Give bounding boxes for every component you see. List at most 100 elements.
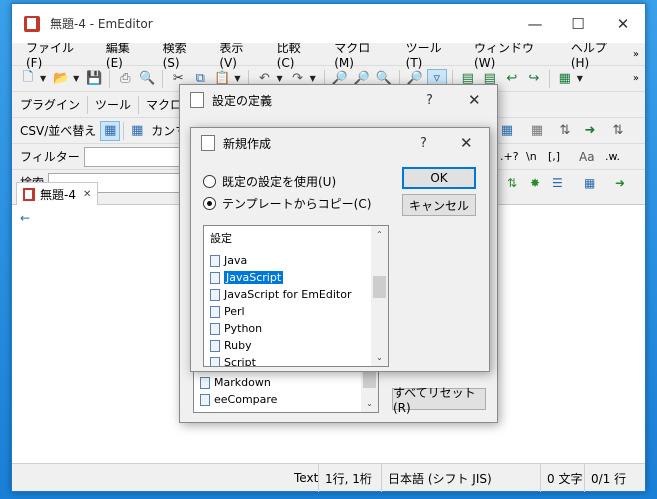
list-item[interactable]: eeCompare <box>194 391 378 408</box>
status-encoding[interactable]: 日本語 (シフト JIS) <box>381 464 498 492</box>
scroll-thumb[interactable] <box>373 276 386 298</box>
new-config-dialog: 新規作成 ? ✕ 既定の設定を使用(U) テンプレートからコピー(C) OK キ… <box>190 127 490 372</box>
config-file-icon <box>210 271 220 284</box>
use-default-label: 既定の設定を使用(U) <box>222 175 337 189</box>
ok-button[interactable]: OK <box>402 167 476 189</box>
return-mark-icon: ← <box>20 211 31 225</box>
template-list[interactable]: 設定 Java JavaScript JavaScript for EmEdit… <box>203 225 389 367</box>
new-dialog-title: 新規作成 <box>223 136 272 151</box>
next-diff-icon[interactable]: ↩ <box>502 69 522 89</box>
status-position[interactable]: 1行, 1桁 <box>318 464 378 492</box>
list-item[interactable]: Perl <box>204 303 388 320</box>
snippets-dropdown-icon[interactable]: ▼ <box>577 74 583 83</box>
config-file-icon <box>210 254 220 267</box>
help-icon[interactable]: ? <box>426 93 433 108</box>
separator <box>548 69 550 88</box>
separator <box>138 95 140 114</box>
radio-circle[interactable] <box>203 175 216 188</box>
config-file-icon <box>210 288 220 301</box>
copy-template-radio[interactable]: テンプレートからコピー(C) <box>203 195 371 212</box>
close-button[interactable]: ✕ <box>600 4 646 43</box>
menu-view[interactable]: 表示(V) <box>211 39 268 70</box>
paste-dropdown-icon[interactable]: ▼ <box>234 74 240 83</box>
regex-icon[interactable]: .+? <box>500 150 519 163</box>
separator <box>87 95 89 114</box>
menu-compare[interactable]: 比較(C) <box>269 39 327 70</box>
template-list-scrollbar[interactable]: ⌃ ⌄ <box>371 226 388 366</box>
document-icon <box>23 187 35 201</box>
list-item[interactable]: Python <box>204 320 388 337</box>
status-char-count: 0 文字 <box>540 464 588 492</box>
whole-word-icon[interactable]: .w. <box>605 150 620 163</box>
match-case-icon[interactable]: Aa <box>579 150 595 164</box>
menu-tools[interactable]: ツール(T) <box>398 39 466 70</box>
column-options-icon[interactable]: ▦ <box>527 121 547 141</box>
emeditor-icon <box>24 15 40 32</box>
list-item[interactable]: Ruby <box>204 337 388 354</box>
config-file-icon <box>200 393 210 406</box>
open-dropdown-icon[interactable]: ▼ <box>73 74 79 83</box>
tab-untitled-4[interactable]: 無題-4 ✕ <box>16 182 98 205</box>
maximize-button[interactable]: ☐ <box>555 4 601 43</box>
scroll-up-icon[interactable]: ⌃ <box>371 226 388 243</box>
config-dialog-title: 設定の定義 <box>212 93 273 108</box>
reset-all-button[interactable]: すべてリセット(R) <box>392 386 486 415</box>
list-item[interactable]: Markdown <box>194 374 378 391</box>
sort-ascending-icon[interactable]: ⇅ <box>555 121 575 141</box>
radio-circle-selected[interactable] <box>203 197 216 210</box>
config-file-icon <box>210 305 220 318</box>
csv-toolbar-label[interactable]: CSV/並べ替え <box>16 122 100 139</box>
menu-search[interactable]: 検索(S) <box>155 39 212 70</box>
list-item[interactable]: JavaScript for EmEditor <box>204 286 388 303</box>
status-bar: Text 1行, 1桁 日本語 (シフト JIS) 0 文字 0/1 行 <box>12 463 645 492</box>
config-file-icon <box>210 356 220 366</box>
escape-icon[interactable]: \n <box>526 150 537 163</box>
menu-window[interactable]: ウィンドウ(W) <box>466 39 563 70</box>
close-icon[interactable]: ✕ <box>468 91 481 109</box>
use-default-radio[interactable]: 既定の設定を使用(U) <box>203 173 336 190</box>
toolbar-overflow-icon[interactable]: » <box>633 73 639 84</box>
convert-icon[interactable]: ➜ <box>580 121 600 141</box>
tools-toolbar-label[interactable]: ツール <box>91 96 135 113</box>
copy-template-label: テンプレートからコピー(C) <box>222 197 372 211</box>
tab-label: 無題-4 <box>40 187 76 202</box>
list-item[interactable]: Script <box>204 354 388 366</box>
csv-grid-icon[interactable]: ▦ <box>100 120 121 141</box>
sort-descending-icon[interactable]: ⇅ <box>608 121 628 141</box>
menu-file[interactable]: ファイル(F) <box>18 39 98 70</box>
config-file-icon <box>200 376 210 389</box>
open-folder-icon[interactable]: 📂 <box>51 69 71 89</box>
scroll-thumb[interactable] <box>363 370 376 388</box>
close-icon[interactable]: ✕ <box>460 134 473 152</box>
minimize-button[interactable]: — <box>512 4 558 43</box>
config-file-icon <box>210 322 220 335</box>
separator <box>123 121 125 140</box>
new-dropdown-icon[interactable]: ▼ <box>40 74 46 83</box>
print-icon[interactable]: ⎙ <box>115 69 135 89</box>
plugins-toolbar-label[interactable]: プラグイン <box>16 96 84 113</box>
comma-grid-icon[interactable]: ▦ <box>127 121 147 141</box>
menu-edit[interactable]: 編集(E) <box>98 39 155 70</box>
dialog-document-icon <box>201 135 215 151</box>
prev-diff-icon[interactable]: ↪ <box>524 69 544 89</box>
brackets-icon[interactable]: [,] <box>548 150 560 163</box>
overflow-chevron-icon[interactable]: » <box>633 49 639 60</box>
list-item-selected[interactable]: JavaScript <box>204 269 388 286</box>
tab-close-icon[interactable]: ✕ <box>83 189 91 200</box>
cancel-button[interactable]: キャンセル <box>402 194 476 216</box>
help-icon[interactable]: ? <box>420 136 427 151</box>
scroll-down-icon[interactable]: ⌄ <box>371 349 388 366</box>
new-file-icon[interactable]: 🗋 <box>18 69 38 89</box>
undo-dropdown-icon[interactable]: ▼ <box>276 74 282 83</box>
menu-help[interactable]: ヘルプ(H) <box>563 39 633 70</box>
menu-macro[interactable]: マクロ(M) <box>326 39 397 70</box>
separator <box>162 69 164 88</box>
redo-dropdown-icon[interactable]: ▼ <box>310 74 316 83</box>
snippets-icon[interactable]: ▦ <box>555 69 575 89</box>
list-item[interactable]: Java <box>204 252 388 269</box>
print-preview-icon[interactable]: 🔍 <box>137 69 157 89</box>
save-icon[interactable]: 💾 <box>84 69 104 89</box>
new-dialog-titlebar: 新規作成 ? ✕ <box>191 128 489 158</box>
columns-icon[interactable]: ▦ <box>497 121 517 141</box>
scroll-down-icon[interactable]: ⌄ <box>361 395 378 412</box>
